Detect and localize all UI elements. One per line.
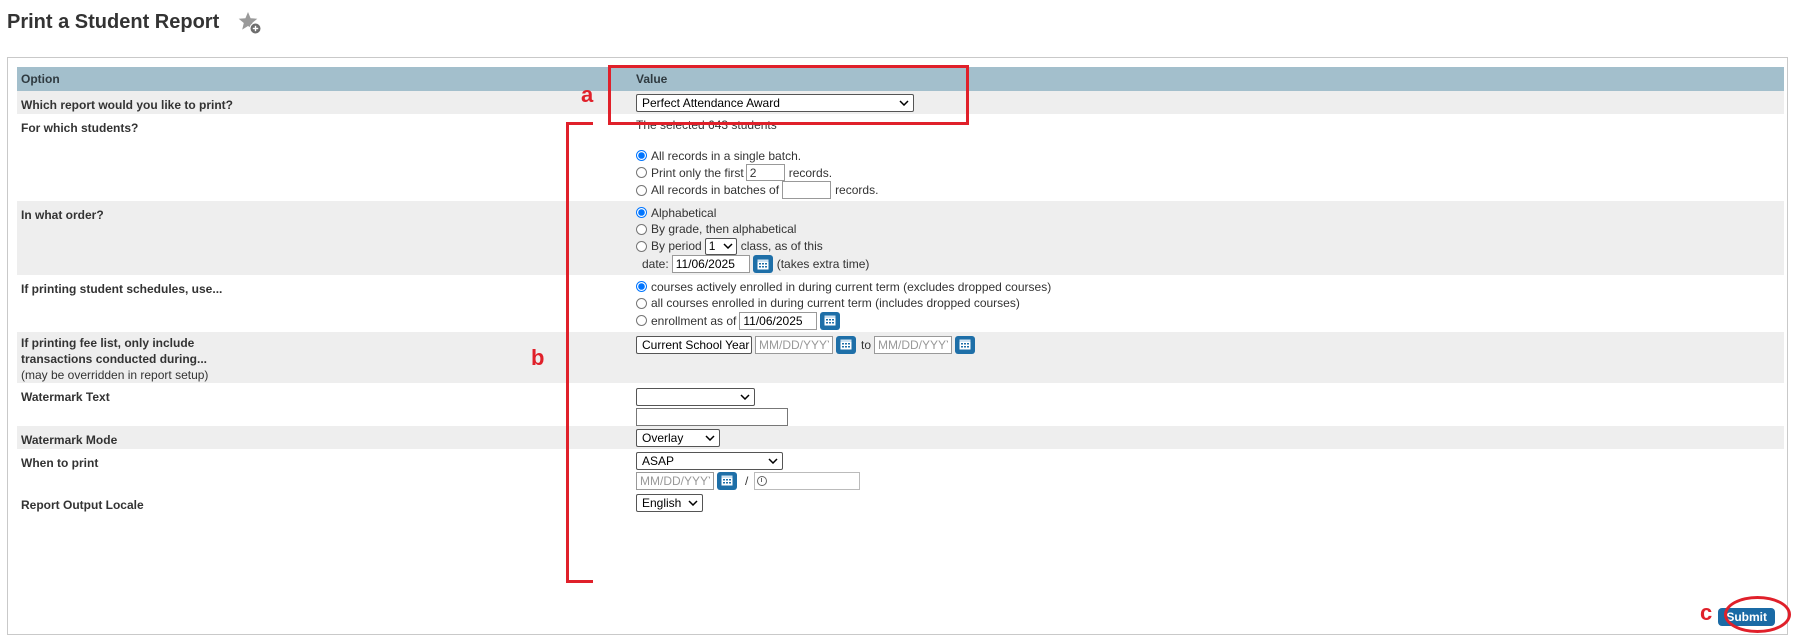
print-time-field[interactable]	[754, 471, 861, 490]
chevron-down-icon	[688, 500, 698, 506]
fee-from-date-input[interactable]	[755, 335, 833, 354]
radio-alphabetical[interactable]	[636, 207, 647, 218]
order-date-input[interactable]	[671, 255, 750, 273]
calendar-icon[interactable]	[955, 335, 976, 354]
radio-enrollment-asof[interactable]	[636, 315, 647, 326]
chevron-down-icon	[705, 435, 715, 441]
calendar-icon[interactable]	[836, 335, 856, 354]
schedules-label: If printing student schedules, use...	[21, 282, 223, 296]
locale-select[interactable]: English	[636, 494, 703, 512]
annotation-label-b: b	[531, 345, 545, 370]
order-label: In what order?	[17, 201, 624, 275]
report-label: Which report would you like to print?	[17, 91, 624, 114]
watermark-text-input[interactable]	[636, 408, 788, 426]
row-schedules: If printing student schedules, use... co…	[17, 275, 1784, 332]
page-title: Print a Student Report	[7, 10, 220, 33]
watermark-mode-select[interactable]: Overlay	[636, 429, 720, 447]
print-date-input[interactable]	[636, 471, 714, 490]
clock-icon	[757, 475, 768, 486]
annotation-label-a: a	[581, 82, 594, 107]
radio-print-first[interactable]	[636, 167, 647, 178]
watermark-mode-label: Watermark Mode	[17, 426, 624, 449]
row-watermark-text: Watermark Text	[17, 383, 1784, 426]
when-to-print-label: When to print	[21, 456, 99, 470]
row-students: For which students? The selected 643 stu…	[17, 114, 1784, 201]
watermark-text-label: Watermark Text	[21, 390, 110, 404]
chevron-down-icon	[768, 458, 778, 464]
chevron-down-icon	[723, 243, 733, 249]
watermark-text-select[interactable]	[636, 388, 755, 406]
calendar-icon[interactable]	[752, 255, 773, 273]
radio-active-courses[interactable]	[636, 281, 647, 292]
row-locale: Report Output Locale English	[17, 491, 1784, 515]
annotation-bracket-b	[566, 122, 593, 583]
fee-to-date-input[interactable]	[874, 335, 953, 354]
radio-by-period[interactable]	[636, 240, 647, 252]
period-select[interactable]: 1	[704, 237, 737, 255]
row-fees: If printing fee list, only include trans…	[17, 332, 1784, 383]
students-label: For which students?	[21, 121, 139, 135]
row-order: In what order? Alphabetical By grade, th…	[17, 201, 1784, 275]
batch-size-input[interactable]	[782, 181, 832, 199]
annotation-label-c: c	[1700, 600, 1713, 625]
calendar-icon[interactable]	[820, 311, 841, 330]
annotation-box-a	[608, 65, 969, 125]
row-when-to-print: When to print ASAP /	[17, 449, 1784, 491]
row-watermark-mode: Watermark Mode Overlay	[17, 426, 1784, 449]
when-to-print-select[interactable]: ASAP	[636, 452, 783, 470]
report-options-table: Option Value Which report would you like…	[17, 67, 1784, 515]
report-panel: Option Value Which report would you like…	[7, 57, 1788, 635]
col-option-header: Option	[17, 67, 624, 91]
radio-all-courses[interactable]	[636, 297, 647, 309]
first-records-input[interactable]	[745, 164, 785, 181]
radio-batches[interactable]	[636, 184, 647, 196]
radio-grade-alpha[interactable]	[636, 223, 647, 235]
calendar-icon[interactable]	[717, 471, 737, 490]
fee-period-select[interactable]: Current School Year	[636, 335, 752, 354]
page-header: Print a Student Report	[7, 9, 263, 35]
locale-label: Report Output Locale	[21, 498, 144, 512]
annotation-oval-c	[1724, 596, 1791, 633]
enrollment-date-input[interactable]	[739, 311, 818, 330]
star-plus-icon[interactable]	[237, 10, 263, 36]
chevron-down-icon	[740, 394, 750, 400]
radio-all-records[interactable]	[636, 150, 647, 161]
